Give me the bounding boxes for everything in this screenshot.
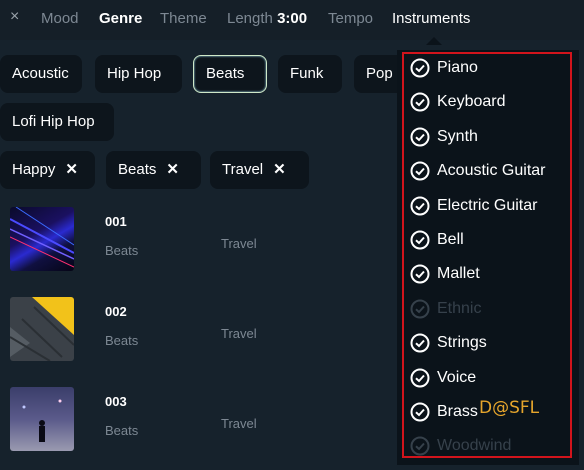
dropdown-caret <box>426 37 442 45</box>
tab-tempo[interactable]: Tempo <box>328 10 373 27</box>
track-thumbnail[interactable] <box>10 387 74 451</box>
remove-icon[interactable]: ✕ <box>166 161 179 178</box>
genre-chip-lofi-hip-hop[interactable]: Lofi Hip Hop <box>0 103 114 141</box>
filter-chip-beats: Beats ✕ <box>106 151 201 189</box>
track-genre: Beats <box>105 333 139 348</box>
remove-icon[interactable]: ✕ <box>65 161 78 178</box>
close-icon[interactable]: × <box>10 8 19 26</box>
tab-instruments[interactable]: Instruments <box>392 10 470 27</box>
filter-label: Beats <box>118 161 157 178</box>
filter-label: Happy <box>12 161 56 178</box>
genre-chip-hip-hop[interactable]: Hip Hop <box>95 55 182 93</box>
length-value: 3:00 <box>277 10 308 27</box>
genre-chip-acoustic[interactable]: Acoustic <box>0 55 82 93</box>
top-filter-bar: × Mood Genre Theme Length 3:00 Tempo Ins… <box>0 0 584 40</box>
track-row[interactable]: 001 Beats Travel <box>0 200 395 290</box>
track-genre: Beats <box>105 423 139 438</box>
tab-length[interactable]: Length 3:00 <box>227 10 307 27</box>
night-figure-image <box>22 399 62 442</box>
track-mood: Travel <box>221 326 257 341</box>
length-label: Length <box>227 10 273 27</box>
track-row[interactable]: 002 Beats Travel <box>0 290 395 380</box>
track-row[interactable]: 003 Beats Travel <box>0 380 395 470</box>
yellow-paving-image <box>10 297 74 361</box>
filter-chip-travel: Travel ✕ <box>210 151 309 189</box>
track-thumbnail[interactable] <box>10 207 74 271</box>
track-genre: Beats <box>105 243 139 258</box>
remove-icon[interactable]: ✕ <box>273 161 286 178</box>
filter-label: Travel <box>222 161 264 178</box>
blue-light-streaks-image <box>10 207 74 268</box>
watermark: D@SFL <box>479 398 540 418</box>
tab-genre[interactable]: Genre <box>99 10 142 27</box>
filter-chip-happy: Happy ✕ <box>0 151 95 189</box>
track-mood: Travel <box>221 236 257 251</box>
tab-mood[interactable]: Mood <box>41 10 79 27</box>
track-number: 003 <box>105 394 127 409</box>
tab-theme[interactable]: Theme <box>160 10 207 27</box>
track-mood: Travel <box>221 416 257 431</box>
track-number: 002 <box>105 304 127 319</box>
genre-chip-beats[interactable]: Beats <box>193 55 267 93</box>
genre-chip-funk[interactable]: Funk <box>278 55 342 93</box>
track-number: 001 <box>105 214 127 229</box>
track-thumbnail[interactable] <box>10 297 74 361</box>
